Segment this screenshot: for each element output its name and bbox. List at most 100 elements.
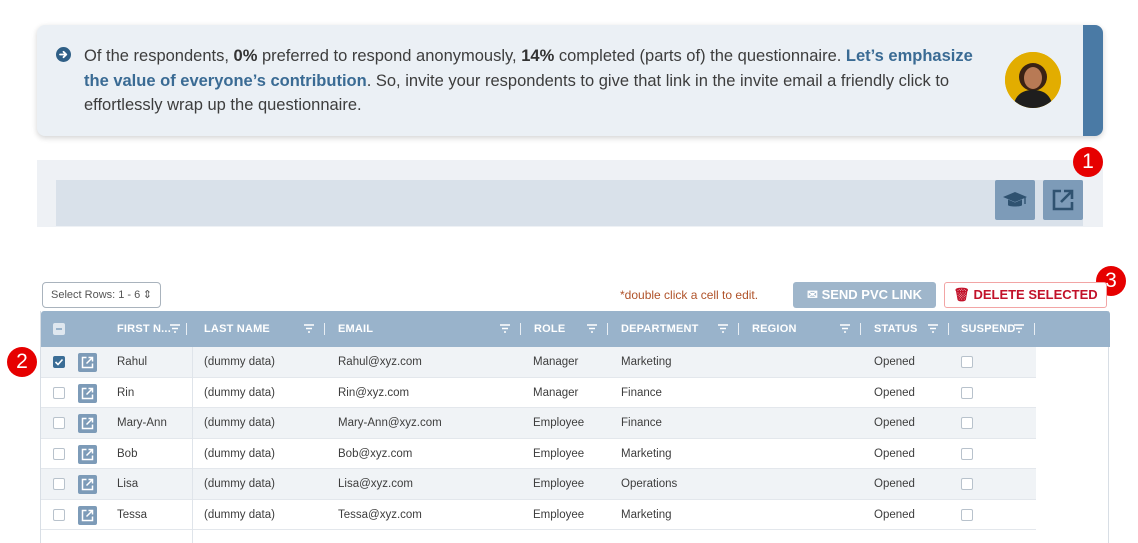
table-row[interactable]: Lisa (dummy data) Lisa@xyz.com Employee … [41,469,1036,500]
cell-department[interactable]: Operations [621,469,677,499]
table-row[interactable]: Tessa (dummy data) Tessa@xyz.com Employe… [41,500,1036,530]
column-separator[interactable] [324,323,325,335]
row-checkbox[interactable] [53,447,65,460]
open-respondent-button[interactable] [78,505,97,525]
cell-email[interactable]: Bob@xyz.com [338,439,412,469]
column-header-department[interactable]: DEPARTMENT [621,311,699,347]
cell-role[interactable]: Manager [533,378,578,408]
suspend-checkbox[interactable] [961,508,973,521]
table-row[interactable]: Rin (dummy data) Rin@xyz.com Manager Fin… [41,378,1036,408]
column-divider [192,347,193,543]
column-separator[interactable] [607,323,608,335]
send-pvc-link-button[interactable]: ✉ SEND PVC LINK [793,282,936,308]
column-header-email[interactable]: EMAIL [338,311,373,347]
column-separator[interactable] [948,323,949,335]
banner-pct-anonymous: 0% [233,47,258,65]
open-respondent-button[interactable] [78,353,97,372]
cell-email[interactable]: Lisa@xyz.com [338,469,413,499]
cell-department[interactable]: Marketing [621,347,672,377]
filter-icon[interactable] [928,324,938,333]
cell-last-name[interactable]: (dummy data) [204,408,275,438]
filter-icon[interactable] [840,324,850,333]
cell-last-name[interactable]: (dummy data) [204,439,275,469]
open-respondent-button[interactable] [78,444,97,464]
filter-icon[interactable] [587,324,597,333]
respondents-table: FIRST N... LAST NAME EMAIL ROLE DEPARTME… [40,311,1110,543]
suspend-checkbox[interactable] [961,356,973,368]
filter-icon[interactable] [500,324,510,333]
banner-prefix: Of the respondents, [84,47,234,65]
cell-status[interactable]: Opened [874,408,915,438]
banner-pct-completed: 14% [521,47,555,65]
open-respondent-button[interactable] [78,414,97,433]
cell-role[interactable]: Employee [533,408,584,438]
cell-email[interactable]: Rin@xyz.com [338,378,409,408]
column-separator[interactable] [1034,323,1035,335]
cell-department[interactable]: Finance [621,408,662,438]
cell-status[interactable]: Opened [874,439,915,469]
open-respondent-button[interactable] [78,383,97,403]
cell-status[interactable]: Opened [874,347,915,377]
cell-last-name[interactable]: (dummy data) [204,469,275,499]
table-row[interactable]: Rahul (dummy data) Rahul@xyz.com Manager… [41,347,1036,378]
suspend-checkbox[interactable] [961,447,973,460]
column-header-role[interactable]: ROLE [534,311,565,347]
banner-mid1: preferred to respond anonymously, [257,47,522,65]
cell-role[interactable]: Manager [533,347,578,377]
column-separator[interactable] [860,323,861,335]
select-rows-value: Select Rows: 1 - 6 [51,289,141,301]
cell-first-name[interactable]: Tessa [117,500,147,530]
cell-department[interactable]: Finance [621,378,662,408]
filter-icon[interactable] [170,324,180,333]
row-checkbox[interactable] [53,508,65,521]
cell-email[interactable]: Rahul@xyz.com [338,347,422,377]
suspend-checkbox[interactable] [961,417,973,429]
table-row[interactable]: Mary-Ann (dummy data) Mary-Ann@xyz.com E… [41,408,1036,439]
cell-role[interactable]: Employee [533,469,584,499]
open-external-button[interactable] [1043,180,1083,220]
cell-status[interactable]: Opened [874,500,915,530]
column-header-first-name[interactable]: FIRST N... [117,311,171,347]
cell-first-name[interactable]: Lisa [117,469,138,499]
suspend-checkbox[interactable] [961,478,973,490]
column-separator[interactable] [186,323,187,335]
cell-first-name[interactable]: Rahul [117,347,147,377]
column-separator[interactable] [520,323,521,335]
cell-status[interactable]: Opened [874,378,915,408]
row-checkbox[interactable] [53,417,65,429]
cell-first-name[interactable]: Bob [117,439,137,469]
row-checkbox[interactable] [53,386,65,399]
cell-last-name[interactable]: (dummy data) [204,347,275,377]
cell-email[interactable]: Tessa@xyz.com [338,500,422,530]
cell-role[interactable]: Employee [533,500,584,530]
column-header-suspend[interactable]: SUSPEND [961,311,1016,347]
suspend-checkbox[interactable] [961,386,973,399]
external-link-icon [81,356,94,369]
education-button[interactable] [995,180,1035,220]
row-checkbox[interactable] [53,356,65,368]
filter-icon[interactable] [1014,324,1024,333]
delete-selected-button[interactable]: 🗑 DELETE SELECTED [944,282,1107,308]
select-rows-dropdown[interactable]: Select Rows: 1 - 6 ⇕ [42,282,161,308]
cell-role[interactable]: Employee [533,439,584,469]
column-separator[interactable] [738,323,739,335]
cell-first-name[interactable]: Rin [117,378,134,408]
cell-email[interactable]: Mary-Ann@xyz.com [338,408,442,438]
open-respondent-button[interactable] [78,475,97,494]
column-header-last-name[interactable]: LAST NAME [204,311,270,347]
filter-icon[interactable] [718,324,728,333]
info-banner: Of the respondents, 0% preferred to resp… [37,25,1103,136]
column-header-region[interactable]: REGION [752,311,797,347]
row-checkbox[interactable] [53,478,65,490]
edit-hint: *double click a cell to edit. [620,288,759,302]
table-row[interactable]: Bob (dummy data) Bob@xyz.com Employee Ma… [41,439,1036,469]
filter-icon[interactable] [304,324,314,333]
cell-first-name[interactable]: Mary-Ann [117,408,167,438]
cell-last-name[interactable]: (dummy data) [204,500,275,530]
cell-last-name[interactable]: (dummy data) [204,378,275,408]
cell-department[interactable]: Marketing [621,439,672,469]
cell-department[interactable]: Marketing [621,500,672,530]
column-header-status[interactable]: STATUS [874,311,918,347]
select-all-checkbox[interactable] [53,323,65,335]
cell-status[interactable]: Opened [874,469,915,499]
